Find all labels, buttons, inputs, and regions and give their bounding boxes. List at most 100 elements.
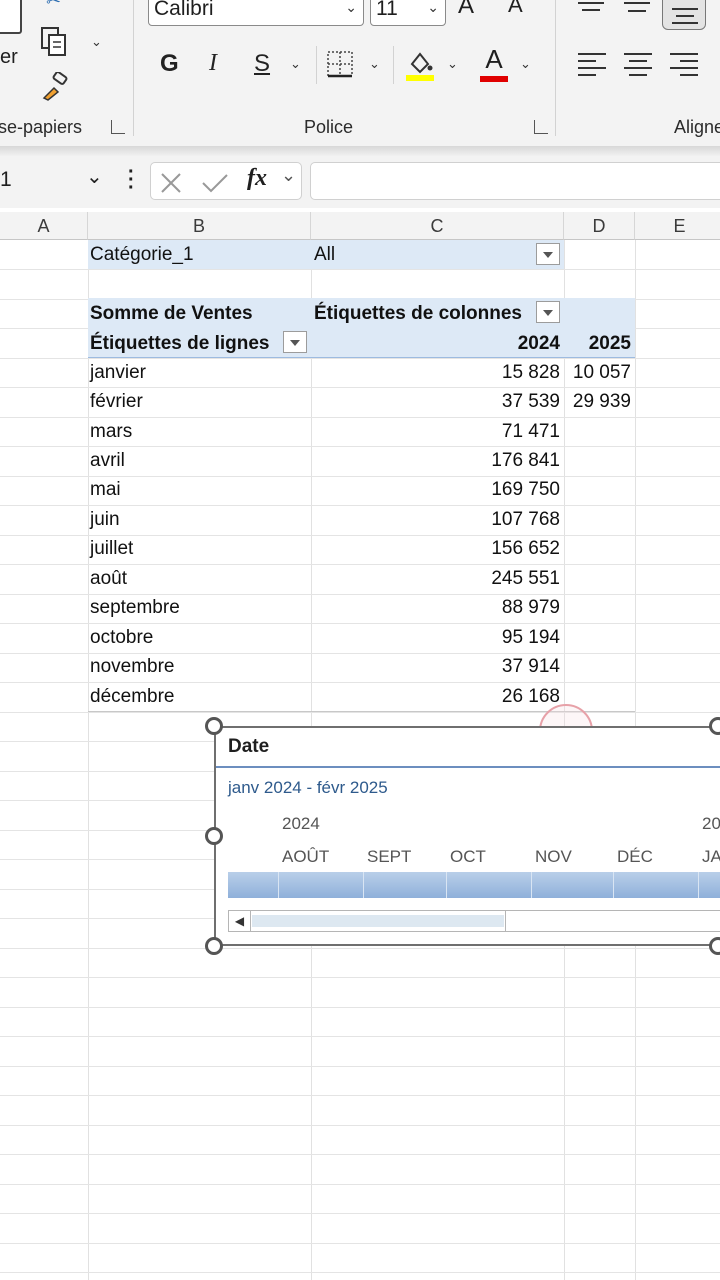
slicer-month-label[interactable]: SEPT — [367, 847, 411, 867]
value-2025 — [564, 564, 631, 593]
font-size-value: 11 — [376, 0, 398, 20]
value-2024: 26 168 — [501, 686, 560, 707]
value-2025 — [564, 417, 631, 446]
row-label: juillet — [90, 538, 134, 559]
formula-input[interactable] — [310, 162, 720, 200]
gridline — [0, 1036, 720, 1037]
format-painter-icon[interactable] — [40, 71, 70, 102]
value-2024: 176 841 — [491, 450, 560, 471]
name-box[interactable]: 1 ⌄ — [0, 162, 112, 200]
gridline — [0, 1272, 720, 1273]
value-2025 — [564, 623, 631, 652]
chevron-down-icon[interactable]: ⌄ — [86, 164, 103, 189]
copy-icon[interactable] — [40, 26, 70, 58]
align-middle-icon[interactable] — [624, 0, 650, 14]
row-label: juin — [90, 509, 120, 530]
slicer-selection-bar[interactable] — [228, 872, 720, 898]
scroll-thumb[interactable] — [505, 911, 720, 931]
align-right-icon[interactable] — [670, 52, 698, 78]
italic-button[interactable]: I — [209, 50, 217, 77]
align-center-icon[interactable] — [624, 52, 652, 78]
resize-handle-top-right[interactable] — [709, 717, 720, 735]
copy-dropdown-arrow[interactable]: ⌄ — [91, 34, 102, 50]
gridline — [0, 1154, 720, 1155]
pivot-filter-value[interactable]: All — [314, 240, 335, 269]
paste-button[interactable] — [0, 0, 22, 34]
cut-icon[interactable]: ✂ — [46, 0, 61, 11]
segment-divider — [278, 872, 279, 898]
chevron-down-icon[interactable]: ⌄ — [281, 165, 296, 186]
align-top-icon[interactable] — [578, 0, 604, 12]
separator — [316, 46, 317, 84]
fill-color-icon[interactable] — [404, 48, 436, 82]
pivot-row-labels: Étiquettes de lignes — [90, 333, 270, 354]
enter-check-icon[interactable] — [201, 171, 229, 195]
column-header-c[interactable]: C — [311, 212, 564, 240]
value-2025 — [564, 446, 631, 475]
cancel-icon[interactable] — [159, 171, 183, 195]
insert-function-icon[interactable]: fx — [247, 165, 267, 192]
resize-handle-bottom-right[interactable] — [709, 937, 720, 955]
separator — [133, 0, 134, 136]
chevron-down-icon: ⌄ — [427, 0, 439, 15]
name-box-value: 1 — [0, 168, 12, 191]
segment-divider — [613, 872, 614, 898]
resize-handle-left[interactable] — [205, 827, 223, 845]
slicer-month-label[interactable]: JAN — [702, 847, 720, 867]
value-2024: 71 471 — [501, 421, 560, 442]
value-2024: 37 539 — [501, 391, 560, 412]
column-header-b[interactable]: B — [88, 212, 311, 240]
gridline — [88, 240, 89, 1280]
underline-dropdown-arrow[interactable]: ⌄ — [290, 56, 301, 72]
slicer-month-label[interactable]: OCT — [450, 847, 486, 867]
grow-font-button[interactable]: A^ — [458, 0, 480, 20]
clipboard-group-label: se-papiers — [0, 117, 83, 137]
align-left-icon[interactable] — [578, 52, 606, 78]
scroll-track[interactable] — [252, 915, 504, 927]
value-2024: 37 914 — [501, 656, 560, 677]
more-options-icon[interactable]: · · · — [128, 162, 135, 198]
resize-handle-bottom-left[interactable] — [205, 937, 223, 955]
shrink-font-button[interactable]: Aˇ — [508, 0, 527, 18]
underline-button[interactable]: S — [254, 50, 270, 78]
clipboard-dialog-launcher-icon[interactable] — [111, 120, 125, 134]
value-2024: 15 828 — [501, 362, 560, 383]
chevron-down-icon: ⌄ — [345, 0, 357, 15]
borders-dropdown-arrow[interactable]: ⌄ — [369, 56, 380, 72]
align-bottom-button[interactable] — [662, 0, 706, 30]
row-label: avril — [90, 450, 125, 471]
column-header-e[interactable]: E — [635, 212, 720, 240]
borders-icon[interactable] — [326, 50, 354, 78]
font-size-combo[interactable]: 11 ⌄ — [370, 0, 446, 26]
value-2024: 107 768 — [491, 509, 560, 530]
segment-divider — [698, 872, 699, 898]
gridline — [0, 1125, 720, 1126]
font-name-combo[interactable]: Calibri ⌄ — [148, 0, 364, 26]
separator — [393, 46, 394, 84]
gridline — [0, 1243, 720, 1244]
gridline — [0, 977, 720, 978]
slicer-month-label[interactable]: NOV — [535, 847, 572, 867]
font-color-dropdown-arrow[interactable]: ⌄ — [520, 56, 531, 72]
row-label: décembre — [90, 686, 175, 707]
timeline-slicer[interactable]: Date janv 2024 - févr 2025 2024 20 AOÛT … — [214, 726, 720, 946]
value-2025 — [564, 505, 631, 534]
pivot-filter-dropdown-button[interactable] — [536, 243, 560, 265]
column-header-a[interactable]: A — [0, 212, 88, 240]
slicer-scrollbar[interactable]: ◀ — [228, 910, 720, 932]
column-labels-filter-button[interactable] — [536, 301, 560, 323]
bold-button[interactable]: G — [160, 50, 179, 78]
scroll-left-button[interactable]: ◀ — [229, 911, 251, 931]
value-2025: 10 057 — [572, 362, 631, 383]
slicer-title-underline — [216, 766, 720, 768]
value-2024: 156 652 — [491, 538, 560, 559]
font-color-icon[interactable]: A — [478, 44, 510, 82]
resize-handle-top-left[interactable] — [205, 717, 223, 735]
slicer-month-label[interactable]: AOÛT — [282, 847, 329, 867]
value-2024: 245 551 — [491, 568, 560, 589]
slicer-month-label[interactable]: DÉC — [617, 847, 653, 867]
row-labels-filter-button[interactable] — [283, 331, 307, 353]
fill-color-dropdown-arrow[interactable]: ⌄ — [447, 56, 458, 72]
column-header-d[interactable]: D — [564, 212, 635, 240]
font-dialog-launcher-icon[interactable] — [534, 120, 548, 134]
